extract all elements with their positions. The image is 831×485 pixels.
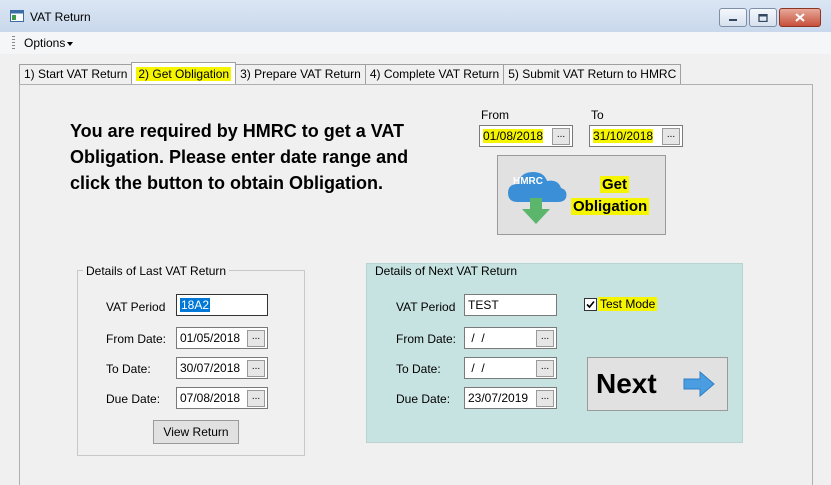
next-to-date-value: / / — [468, 361, 485, 375]
next-from-date-value: / / — [468, 331, 485, 345]
maximize-button[interactable] — [749, 8, 777, 27]
last-from-date-field[interactable]: 01/05/2018 ... — [176, 327, 268, 349]
next-to-date-picker-button[interactable]: ... — [536, 360, 554, 377]
tab-start-vat-return[interactable]: 1) Start VAT Return — [19, 64, 133, 85]
minimize-icon — [729, 18, 737, 21]
next-return-group — [366, 263, 743, 443]
last-to-date-value: 30/07/2018 — [180, 361, 241, 375]
chevron-down-icon — [67, 41, 74, 46]
last-to-date-picker-button[interactable]: ... — [247, 360, 265, 377]
obligation-from-value: 01/08/2018 — [483, 129, 544, 143]
last-vat-period-value: 18A2 — [180, 298, 211, 312]
next-vat-period-field[interactable]: TEST — [464, 294, 557, 316]
close-button[interactable] — [779, 8, 821, 27]
last-vat-period-field[interactable]: 18A2 — [176, 294, 268, 316]
next-button[interactable]: Next — [587, 357, 728, 411]
next-return-legend: Details of Next VAT Return — [375, 264, 518, 278]
get-obligation-button[interactable]: HMRC Get Obligation — [497, 155, 666, 235]
from-label: From — [481, 108, 509, 122]
menu-bar — [0, 32, 831, 54]
next-due-date-value: 23/07/2019 — [468, 391, 529, 405]
checkmark-icon — [586, 300, 595, 309]
last-from-date-picker-button[interactable]: ... — [247, 330, 265, 347]
close-icon — [795, 13, 805, 22]
next-button-label: Next — [596, 368, 657, 399]
next-from-date-label: From Date: — [396, 332, 457, 346]
last-due-date-picker-button[interactable]: ... — [247, 390, 265, 407]
test-mode-label: Test Mode — [598, 297, 658, 311]
last-due-date-value: 07/08/2018 — [180, 391, 241, 405]
test-mode-checkbox[interactable] — [584, 298, 597, 311]
next-due-date-field[interactable]: 23/07/2019 ... — [464, 387, 557, 409]
tab-strip: 1) Start VAT Return 2) Get Obligation 3)… — [19, 62, 682, 87]
hmrc-cloud-icon — [508, 172, 567, 224]
hmrc-icon-text: HMRC — [513, 176, 543, 187]
view-return-button[interactable]: View Return — [153, 420, 239, 444]
tab-complete-vat-return[interactable]: 4) Complete VAT Return — [364, 64, 505, 85]
arrow-right-icon — [683, 370, 715, 398]
next-vat-period-label: VAT Period — [396, 300, 456, 314]
obligation-to-value: 31/10/2018 — [593, 129, 654, 143]
app-window-icon — [10, 10, 24, 22]
last-from-date-value: 01/05/2018 — [180, 331, 241, 345]
obligation-from-field[interactable]: 01/08/2018 ... — [479, 125, 573, 147]
last-due-date-field[interactable]: 07/08/2018 ... — [176, 387, 268, 409]
next-vat-period-value: TEST — [468, 298, 499, 312]
next-from-date-field[interactable]: / / ... — [464, 327, 557, 349]
menu-options[interactable]: Options — [24, 36, 74, 50]
to-label: To — [591, 108, 604, 122]
last-from-date-label: From Date: — [106, 332, 167, 346]
menu-options-label: Options — [24, 36, 66, 50]
menu-grip — [12, 36, 15, 50]
window-title: VAT Return — [30, 10, 91, 24]
tab-submit-vat-return[interactable]: 5) Submit VAT Return to HMRC — [503, 64, 682, 85]
next-to-date-field[interactable]: / / ... — [464, 357, 557, 379]
next-due-date-picker-button[interactable]: ... — [536, 390, 554, 407]
instruction-text: You are required by HMRC to get a VAT Ob… — [70, 121, 409, 193]
last-to-date-label: To Date: — [106, 362, 151, 376]
obligation-from-picker-button[interactable]: ... — [552, 128, 570, 145]
minimize-button[interactable] — [719, 8, 747, 27]
last-vat-period-label: VAT Period — [106, 300, 166, 314]
last-return-legend: Details of Last VAT Return — [83, 264, 230, 278]
next-from-date-picker-button[interactable]: ... — [536, 330, 554, 347]
next-due-date-label: Due Date: — [396, 392, 451, 406]
get-button-line2: Obligation — [571, 198, 650, 215]
last-due-date-label: Due Date: — [106, 392, 161, 406]
obligation-to-picker-button[interactable]: ... — [662, 128, 680, 145]
get-button-line1: Get — [600, 176, 630, 193]
title-bar: VAT Return — [0, 0, 831, 33]
last-to-date-field[interactable]: 30/07/2018 ... — [176, 357, 268, 379]
maximize-icon — [758, 13, 768, 22]
tab-get-obligation-label: 2) Get Obligation — [136, 67, 232, 81]
tab-prepare-vat-return[interactable]: 3) Prepare VAT Return — [235, 64, 366, 85]
next-to-date-label: To Date: — [396, 362, 441, 376]
obligation-to-field[interactable]: 31/10/2018 ... — [589, 125, 683, 147]
